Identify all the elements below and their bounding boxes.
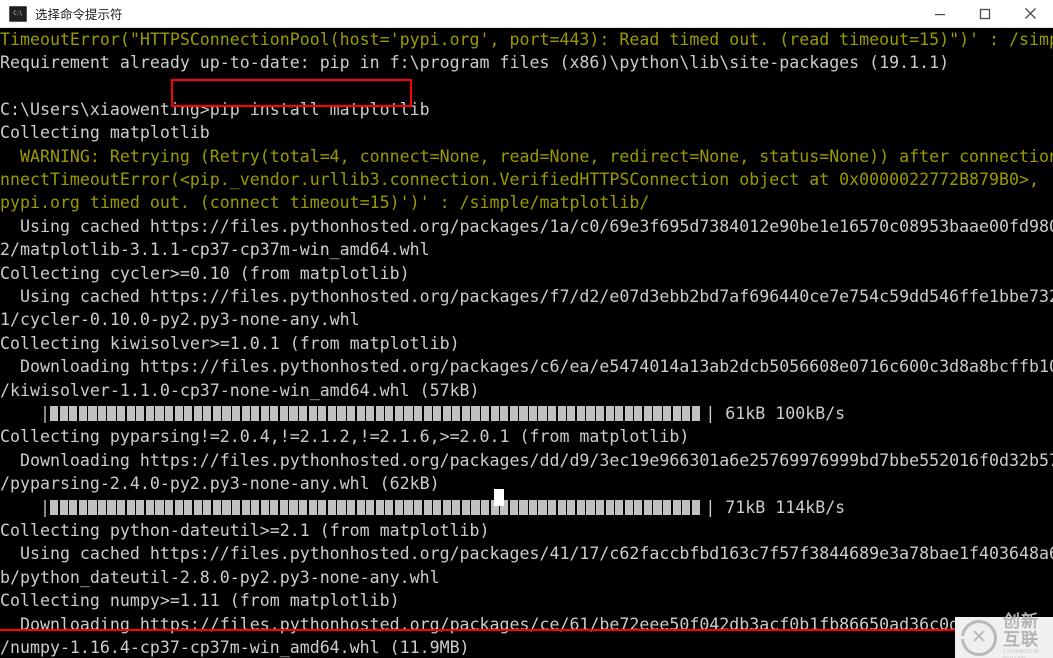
progress-bar-start-pipe: | <box>40 497 50 517</box>
terminal-line: Collecting matplotlib <box>0 123 210 143</box>
terminal-line: Downloading https://files.pythonhosted.o… <box>19 357 1053 377</box>
terminal-line: Using cached https://files.pythonhosted.… <box>19 286 1053 306</box>
minimize-button[interactable] <box>917 0 962 28</box>
close-icon <box>1024 8 1036 19</box>
maximize-icon <box>979 8 990 19</box>
terminal-line: /pyparsing-2.4.0-py2.py3-none-any.whl (6… <box>0 474 440 494</box>
command-prompt-window: C:\ 选择命令提示符 TimeoutError("HTTPSConnectio… <box>0 0 1053 658</box>
terminal-line: Collecting pyparsing!=2.0.4,!=2.1.2,!=2.… <box>0 427 690 447</box>
watermark-title: 创新互联 <box>1003 611 1039 650</box>
terminal-line: Collecting kiwisolver>=1.0.1 (from matpl… <box>0 333 460 353</box>
progress-bar: | | 71kB 114kB/s <box>40 496 845 519</box>
watermark-text-group: 创新互联 CHUANGXIN HULIAN <box>1003 613 1053 658</box>
console-icon: C:\ <box>9 5 27 22</box>
watermark-subtitle: CHUANGXIN HULIAN <box>1003 648 1039 658</box>
terminal-line: nnectTimeoutError(<pip._vendor.urllib3.c… <box>0 169 1053 189</box>
terminal-line: Collecting numpy>=1.11 (from matplotlib) <box>0 591 400 611</box>
window-titlebar: C:\ 选择命令提示符 <box>0 0 1053 28</box>
circled-x-logo-icon: ✕ <box>961 619 997 656</box>
terminal-line: Downloading https://files.pythonhosted.o… <box>19 614 1053 634</box>
terminal-line: pypi.org timed out. (connect timeout=15)… <box>0 193 650 213</box>
progress-bar-stats: | 61kB 100kB/s <box>705 403 846 423</box>
terminal-line: Collecting cycler>=0.10 (from matplotlib… <box>0 263 410 283</box>
window-title: 选择命令提示符 <box>35 7 123 22</box>
terminal-line: Using cached https://files.pythonhosted.… <box>19 544 1053 564</box>
logo-x-glyph: ✕ <box>971 626 987 648</box>
close-button[interactable] <box>1007 0 1053 28</box>
terminal-line: /numpy-1.16.4-cp37-cp37m-win_amd64.whl (… <box>0 637 470 657</box>
terminal-line: Collecting python-dateutil>=2.1 (from ma… <box>0 520 490 540</box>
text-cursor <box>494 489 504 506</box>
maximize-button[interactable] <box>962 0 1007 28</box>
terminal-line: 1/cycler-0.10.0-py2.py3-none-any.whl <box>0 310 360 330</box>
terminal-line: Downloading https://files.pythonhosted.o… <box>19 450 1053 470</box>
terminal-line: Using cached https://files.pythonhosted.… <box>19 216 1053 236</box>
terminal-output[interactable]: TimeoutError("HTTPSConnectionPool(host='… <box>0 28 1053 658</box>
terminal-line: /kiwisolver-1.1.0-cp37-none-win_amd64.wh… <box>0 380 480 400</box>
watermark: ✕ 创新互联 CHUANGXIN HULIAN <box>955 613 1053 658</box>
terminal-line: 2/matplotlib-3.1.1-cp37-cp37m-win_amd64.… <box>0 240 430 260</box>
progress-bar: | | 61kB 100kB/s <box>40 402 845 425</box>
progress-bar-fill <box>50 406 701 422</box>
terminal-line: Requirement already up-to-date: pip in f… <box>0 52 950 72</box>
progress-bar-fill <box>50 499 701 515</box>
progress-bar-stats: | 71kB 114kB/s <box>705 497 846 517</box>
terminal-line: b/python_dateutil-2.8.0-py2.py3-none-any… <box>0 567 440 587</box>
terminal-line: WARNING: Retrying (Retry(total=4, connec… <box>19 146 1053 166</box>
minimize-icon <box>934 13 945 15</box>
terminal-line: C:\Users\xiaowenting>pip install matplot… <box>0 99 430 119</box>
progress-bar-start-pipe: | <box>40 403 50 423</box>
terminal-line: TimeoutError("HTTPSConnectionPool(host='… <box>0 29 1053 49</box>
